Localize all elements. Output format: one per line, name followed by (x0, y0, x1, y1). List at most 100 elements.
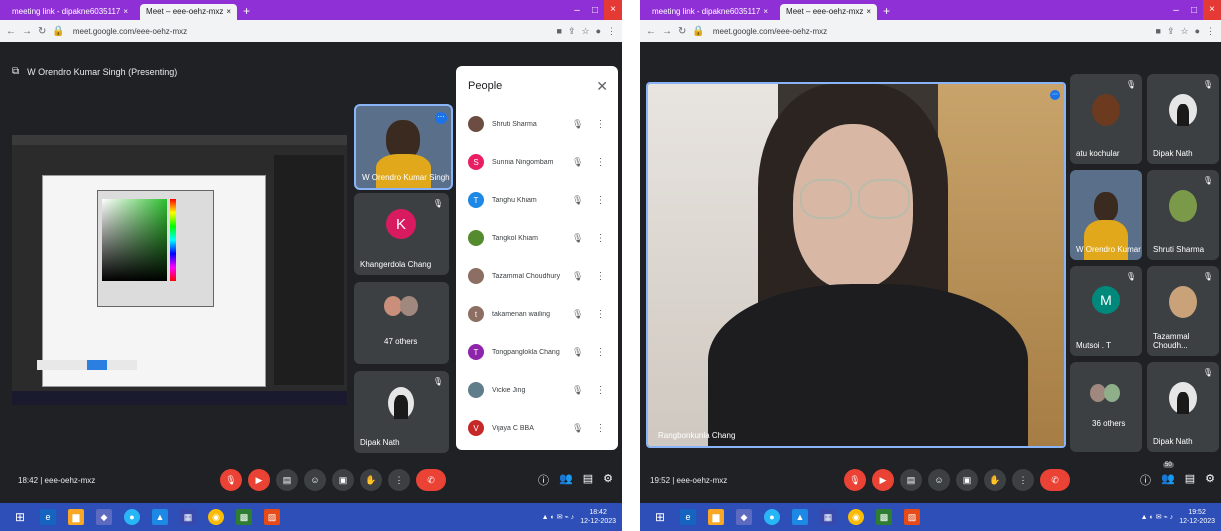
list-item[interactable]: Vickie Jing 🎙 ⋮ (468, 376, 613, 404)
edge-icon[interactable]: e (680, 509, 696, 525)
participant-tile[interactable]: W Orendro Kumar (1070, 170, 1142, 260)
close-tab-icon[interactable]: × (123, 4, 128, 20)
more-options-icon[interactable]: ⋮ (595, 271, 605, 282)
present-button[interactable]: ▣ (332, 469, 354, 491)
participant-tile[interactable]: 🎙 atu kochular (1070, 74, 1142, 164)
browser-tab-active[interactable]: Meet – eee-oehz-mxz × (140, 4, 238, 20)
mic-toggle-button[interactable]: 🎙 (220, 469, 242, 491)
close-icon[interactable]: ✕ (596, 78, 608, 95)
bookmark-star-icon[interactable]: ☆ (581, 26, 589, 37)
forward-icon[interactable]: → (662, 26, 672, 37)
menu-icon[interactable]: ⋮ (607, 26, 616, 37)
raise-hand-button[interactable]: ✋ (360, 469, 382, 491)
participant-tile[interactable]: 🎙 Dipak Nath (1147, 362, 1219, 452)
app-icon[interactable]: ▨ (264, 509, 280, 525)
more-options-icon[interactable]: ⋮ (595, 233, 605, 244)
list-item[interactable]: T Tongpanglokla Chang 🎙 ⋮ (468, 338, 613, 366)
url-field[interactable]: meet.google.com/eee-oehz-mxz (73, 27, 187, 36)
participant-tile[interactable]: W Orendro Kumar Singh ⋯ (354, 104, 453, 190)
url-field[interactable]: meet.google.com/eee-oehz-mxz (713, 27, 827, 36)
app-icon[interactable]: ▩ (876, 509, 892, 525)
participant-tile[interactable]: 🎙 Dipak Nath (1147, 74, 1219, 164)
close-tab-icon[interactable]: × (866, 4, 871, 20)
camera-toggle-button[interactable]: ▶ (248, 469, 270, 491)
participant-tile[interactable]: K 🎙 Khangerdola Chang (354, 193, 449, 275)
app-icon[interactable]: ● (764, 509, 780, 525)
share-icon[interactable]: ⇪ (568, 26, 576, 37)
more-options-button[interactable]: ⋮ (1012, 469, 1034, 491)
more-options-icon[interactable]: ⋮ (595, 119, 605, 130)
new-tab-button[interactable]: + (243, 2, 250, 20)
app-icon[interactable]: ▲ (792, 509, 808, 525)
camera-toggle-button[interactable]: ▶ (872, 469, 894, 491)
new-tab-button[interactable]: + (883, 2, 890, 20)
tray-icons[interactable]: ▲ ◐ ✉ ⌁ ♪ (1141, 513, 1174, 521)
more-options-icon[interactable]: ⋮ (595, 347, 605, 358)
participant-tile[interactable]: M 🎙 Mutsoi . T (1070, 266, 1142, 356)
participant-tile[interactable]: 🎙 Shruti Sharma (1147, 170, 1219, 260)
back-icon[interactable]: ← (6, 26, 16, 37)
activities-icon[interactable]: ⚙ (603, 472, 613, 488)
profile-icon[interactable]: ● (596, 26, 601, 37)
mic-toggle-button[interactable]: 🎙 (844, 469, 866, 491)
end-call-button[interactable]: ✆ (416, 469, 446, 491)
people-icon[interactable]: 👥 50 (1161, 462, 1175, 488)
windows-start-icon[interactable]: ⊞ (652, 509, 668, 525)
end-call-button[interactable]: ✆ (1040, 469, 1070, 491)
lock-icon[interactable]: 🔒 (52, 26, 64, 37)
file-explorer-icon[interactable]: ▆ (68, 509, 84, 525)
minimize-button[interactable]: – (568, 5, 586, 16)
captions-button[interactable]: ▤ (276, 469, 298, 491)
file-explorer-icon[interactable]: ▆ (708, 509, 724, 525)
people-icon[interactable]: 👥 (559, 472, 573, 488)
browser-tab[interactable]: meeting link - dipakne6035117 × (6, 4, 134, 20)
more-options-icon[interactable]: ⋯ (1050, 90, 1060, 100)
maximize-button[interactable]: □ (1185, 5, 1203, 16)
forward-icon[interactable]: → (22, 26, 32, 37)
back-icon[interactable]: ← (646, 26, 656, 37)
chrome-icon[interactable]: ◉ (208, 509, 224, 525)
app-icon[interactable]: ▦ (180, 509, 196, 525)
reload-icon[interactable]: ↻ (38, 26, 46, 37)
bookmark-star-icon[interactable]: ☆ (1180, 26, 1188, 37)
participant-tile[interactable]: 🎙 Tazammal Choudh... (1147, 266, 1219, 356)
edge-icon[interactable]: e (40, 509, 56, 525)
close-window-button[interactable]: × (604, 0, 622, 20)
chrome-icon[interactable]: ◉ (848, 509, 864, 525)
more-options-icon[interactable]: ⋮ (595, 195, 605, 206)
reload-icon[interactable]: ↻ (678, 26, 686, 37)
close-window-button[interactable]: × (1203, 0, 1221, 20)
more-options-icon[interactable]: ⋮ (595, 385, 605, 396)
list-item[interactable]: Tangkol Khiam 🎙 ⋮ (468, 224, 613, 252)
tray-icons[interactable]: ▲ ◐ ✉ ⌁ ♪ (542, 513, 575, 521)
extension-icon[interactable]: ■ (557, 26, 562, 37)
info-icon[interactable]: ⓘ (1140, 472, 1151, 488)
activities-icon[interactable]: ⚙ (1205, 472, 1215, 488)
close-tab-icon[interactable]: × (226, 4, 231, 20)
captions-button[interactable]: ▤ (900, 469, 922, 491)
chat-icon[interactable]: ▤ (583, 472, 593, 488)
clock[interactable]: 19:52 12-12-2023 (1179, 508, 1215, 526)
app-icon[interactable]: ● (124, 509, 140, 525)
more-options-icon[interactable]: ⋮ (595, 309, 605, 320)
participant-tile[interactable]: 🎙 Dipak Nath (354, 371, 449, 453)
main-speaker-video[interactable]: ⋯ Rangbonkunla Chang (646, 82, 1066, 448)
share-icon[interactable]: ⇪ (1167, 26, 1175, 37)
profile-icon[interactable]: ● (1195, 26, 1200, 37)
list-item[interactable]: S Sunnia Ningombam 🎙 ⋮ (468, 148, 613, 176)
list-item[interactable]: Tazammal Choudhury 🎙 ⋮ (468, 262, 613, 290)
more-options-icon[interactable]: ⋮ (595, 423, 605, 434)
minimize-button[interactable]: – (1167, 5, 1185, 16)
list-item[interactable]: Shruti Sharma 🎙 ⋮ (468, 110, 613, 138)
app-icon[interactable]: ▨ (904, 509, 920, 525)
raise-hand-button[interactable]: ✋ (984, 469, 1006, 491)
maximize-button[interactable]: □ (586, 5, 604, 16)
more-options-icon[interactable]: ⋯ (435, 112, 447, 124)
app-icon[interactable]: ◆ (736, 509, 752, 525)
extension-icon[interactable]: ■ (1156, 26, 1161, 37)
list-item[interactable]: t takamenan wailing 🎙 ⋮ (468, 300, 613, 328)
participant-tile[interactable]: 47 others (354, 282, 449, 364)
list-item[interactable]: T Tanghu Khiam 🎙 ⋮ (468, 186, 613, 214)
emoji-button[interactable]: ☺ (304, 469, 326, 491)
browser-tab[interactable]: meeting link - dipakne6035117 × (646, 4, 774, 20)
